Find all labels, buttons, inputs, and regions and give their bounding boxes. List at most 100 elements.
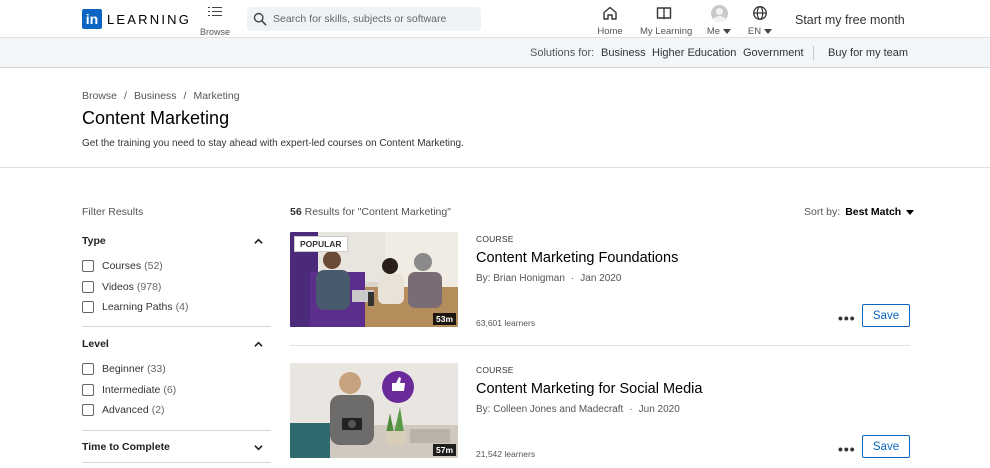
filter-option-label: Advanced [102, 404, 149, 417]
sort-value: Best Match [845, 206, 902, 218]
filter-group-time-to-complete: Time to Complete [82, 441, 271, 455]
course-card[interactable]: POPULAR 53m COURSE Content Marketing Fou… [290, 232, 910, 328]
more-options-button[interactable]: ••• [838, 310, 856, 326]
search-input[interactable] [273, 13, 473, 25]
results-count: 56 Results for "Content Marketing" [290, 206, 451, 218]
course-title[interactable]: Content Marketing for Social Media [476, 381, 702, 397]
filter-option-label: Videos [102, 280, 134, 293]
caret-down-icon [764, 28, 773, 34]
course-author: By: Colleen Jones and Madecraft [476, 404, 624, 415]
filter-results-title: Filter Results [82, 206, 144, 218]
filter-level-heading: Level [82, 338, 109, 350]
nav-home[interactable]: Home [597, 4, 623, 37]
breadcrumb-separator: / [124, 90, 127, 102]
save-button[interactable]: Save [862, 304, 910, 327]
filter-option-label: Learning Paths [102, 301, 173, 314]
filter-type-toggle[interactable]: Type [82, 235, 271, 249]
list-menu-icon [208, 6, 222, 21]
filter-group-type: Type Courses (52) Videos (978) Learning … [82, 235, 271, 318]
nav-language-label: EN [747, 26, 762, 37]
breadcrumb-separator: / [183, 90, 187, 102]
globe-icon [753, 6, 767, 20]
results-count-number: 56 [290, 206, 302, 218]
course-card[interactable]: 57m COURSE Content Marketing for Social … [290, 363, 910, 459]
filter-option-courses[interactable]: Courses (52) [82, 256, 271, 277]
course-type: COURSE [476, 234, 514, 244]
solutions-higher-education-link[interactable]: Higher Education [652, 47, 736, 59]
results-count-text: Results for "Content Marketing" [301, 206, 451, 218]
nav-me-label: Me [706, 26, 721, 37]
filter-group-level: Level Beginner (33) Intermediate (6) Adv… [82, 338, 271, 421]
caret-down-icon [906, 209, 915, 215]
buy-for-my-team-link[interactable]: Buy for my team [828, 47, 908, 59]
subbar-divider [813, 46, 814, 60]
solutions-government-link[interactable]: Government [743, 47, 804, 59]
linkedin-learning-logo[interactable]: in LEARNING [82, 9, 191, 29]
filter-option-advanced[interactable]: Advanced (2) [82, 400, 271, 421]
page-description: Get the training you need to stay ahead … [82, 138, 464, 149]
nav-language-wrap: EN [746, 26, 774, 37]
course-thumbnail[interactable]: 57m [290, 363, 458, 458]
checkbox[interactable] [82, 363, 94, 376]
checkbox[interactable] [82, 404, 94, 417]
search-icon [253, 12, 267, 26]
book-icon [656, 7, 672, 20]
filter-option-count: (6) [163, 383, 177, 396]
filter-option-count: (33) [147, 363, 166, 376]
filter-option-videos[interactable]: Videos (978) [82, 277, 271, 298]
search-bar[interactable] [247, 7, 481, 31]
card-divider [290, 345, 910, 346]
filter-option-label: Beginner [102, 363, 145, 376]
checkbox[interactable] [82, 280, 94, 293]
checkbox[interactable] [82, 301, 94, 314]
course-date: Jan 2020 [580, 273, 622, 284]
filter-option-learning-paths[interactable]: Learning Paths (4) [82, 297, 271, 318]
solutions-label: Solutions for: [530, 47, 595, 59]
breadcrumb: Browse / Business / Marketing [82, 90, 240, 102]
nav-me[interactable]: Me [705, 4, 733, 37]
filter-option-label: Intermediate [102, 383, 161, 396]
filter-divider [82, 430, 271, 431]
duration-badge: 53m [432, 313, 456, 325]
filter-option-intermediate[interactable]: Intermediate (6) [82, 380, 271, 401]
popular-badge: POPULAR [294, 236, 348, 252]
nav-language[interactable]: EN [746, 4, 774, 37]
start-free-month-link[interactable]: Start my free month [795, 13, 905, 27]
meta-separator: · [629, 404, 633, 415]
save-button[interactable]: Save [862, 435, 910, 458]
linkedin-logo-icon: in [82, 9, 102, 29]
course-thumbnail[interactable]: POPULAR 53m [290, 232, 458, 327]
course-title[interactable]: Content Marketing Foundations [476, 250, 678, 266]
breadcrumb-marketing[interactable]: Marketing [193, 90, 239, 102]
checkbox[interactable] [82, 260, 94, 273]
course-meta: By: Brian Honigman · Jan 2020 [476, 273, 621, 284]
filter-option-beginner[interactable]: Beginner (33) [82, 359, 271, 380]
filter-divider [82, 462, 271, 463]
avatar [710, 4, 728, 22]
course-date: Jun 2020 [638, 404, 680, 415]
filter-option-count: (978) [136, 280, 162, 293]
home-icon [603, 6, 617, 20]
course-learners: 63,601 learners [476, 318, 536, 328]
breadcrumb-browse[interactable]: Browse [82, 90, 117, 102]
nav-home-label: Home [597, 26, 623, 37]
filter-time-toggle[interactable]: Time to Complete [82, 441, 271, 455]
solutions-business-link[interactable]: Business [601, 47, 646, 59]
nav-my-learning-label: My Learning [640, 26, 693, 37]
nav-my-learning[interactable]: My Learning [640, 4, 693, 37]
course-type: COURSE [476, 365, 514, 375]
sort-dropdown[interactable]: Sort by: Best Match [804, 206, 915, 218]
more-options-button[interactable]: ••• [838, 441, 856, 457]
nav-me-wrap: Me [705, 26, 733, 37]
sort-label: Sort by: [804, 206, 841, 218]
browse-button[interactable]: Browse [200, 4, 230, 37]
course-author: By: Brian Honigman [476, 273, 565, 284]
caret-down-icon [723, 28, 732, 34]
chevron-up-icon [254, 238, 263, 244]
breadcrumb-business[interactable]: Business [134, 90, 177, 102]
solutions-bar: Solutions for: Business Higher Education… [0, 38, 990, 68]
checkbox[interactable] [82, 383, 94, 396]
filter-level-toggle[interactable]: Level [82, 338, 271, 352]
filter-type-heading: Type [82, 235, 106, 247]
top-header: in LEARNING Browse Home My Learning [0, 0, 990, 38]
